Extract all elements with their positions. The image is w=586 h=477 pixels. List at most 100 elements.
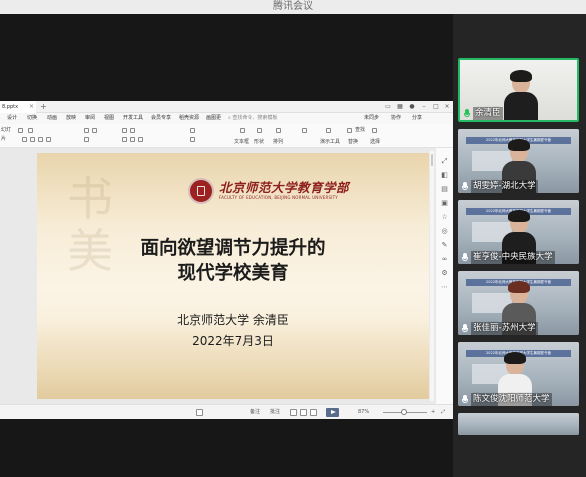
menu-docer[interactable]: 稻壳资源 <box>179 113 199 124</box>
numbering-icon[interactable] <box>130 128 135 133</box>
text-direction-icon[interactable] <box>190 128 195 133</box>
close-window-icon[interactable]: × <box>443 103 451 111</box>
document-tab-label: 8.pptx <box>2 104 19 110</box>
bullets-icon[interactable] <box>122 128 127 133</box>
select-label[interactable]: 选择 <box>370 139 380 146</box>
textbox-icon[interactable] <box>240 128 245 133</box>
command-search[interactable]: ⌕ 查找命令、搜索模板 <box>228 113 277 124</box>
zoom-in-icon[interactable]: + <box>431 405 435 420</box>
menu-review[interactable]: 审阅 <box>85 113 95 124</box>
menu-draw[interactable]: 画图更 <box>206 113 221 124</box>
align-center-icon[interactable] <box>130 137 135 142</box>
font-size-icon[interactable] <box>28 128 33 133</box>
avatar-icon[interactable]: ● <box>408 103 416 111</box>
sync-status[interactable]: 未同步 <box>364 113 379 124</box>
select-icon[interactable] <box>372 128 377 133</box>
comments-toggle[interactable]: 批注 <box>270 405 280 420</box>
font-name-icon[interactable] <box>18 128 23 133</box>
collaborate-button[interactable]: 协作 <box>391 113 401 124</box>
align-right-icon[interactable] <box>138 137 143 142</box>
menu-slideshow[interactable]: 放映 <box>66 113 76 124</box>
menu-transition[interactable]: 切换 <box>27 113 37 124</box>
notes-toggle[interactable]: 备注 <box>250 405 260 420</box>
menu-developer[interactable]: 开发工具 <box>123 113 143 124</box>
mic-icon <box>461 182 469 192</box>
textbox-label[interactable]: 文本框 <box>234 139 249 146</box>
grid-icon[interactable]: ▦ <box>396 103 404 111</box>
seal-emblem <box>197 186 205 196</box>
share-button[interactable]: 分享 <box>412 113 422 124</box>
presentation-tools-icon[interactable] <box>326 128 331 133</box>
properties-icon[interactable]: ◧ <box>441 172 448 179</box>
participant-name-bar: 张佳丽-苏州大学 <box>458 322 579 335</box>
animation-icon[interactable]: ☆ <box>441 214 448 221</box>
participant-tile[interactable] <box>458 413 579 435</box>
ribbon-toolbar: 幻灯 片 文本框 形状 排列 演示工具 查找 替换 选择 <box>0 124 453 148</box>
window-title: 腾讯会议 <box>273 1 313 12</box>
mic-on-icon <box>463 109 471 119</box>
normal-view-icon[interactable] <box>290 409 297 416</box>
link-icon[interactable]: ∞ <box>441 256 448 263</box>
smart-beautify-icon[interactable] <box>196 409 203 416</box>
more-icon[interactable]: ⋯ <box>441 284 448 291</box>
zoom-level[interactable]: 87% <box>358 405 369 420</box>
bold-icon[interactable] <box>22 137 27 142</box>
brush-icon[interactable]: ✎ <box>441 242 448 249</box>
text-align-icon[interactable] <box>190 137 195 142</box>
find-icon[interactable] <box>347 128 352 133</box>
expand-icon[interactable]: ⤢ <box>441 158 448 165</box>
side-task-pane: ⤢ ◧ ▤ ▣ ☆ ◎ ✎ ∞ ⚙ ⋯ <box>436 148 453 404</box>
outline-icon[interactable] <box>302 128 307 133</box>
menu-design[interactable]: 设计 <box>7 113 17 124</box>
font-grow-icon[interactable] <box>84 128 89 133</box>
sorter-view-icon[interactable] <box>300 409 307 416</box>
mic-icon <box>461 253 469 263</box>
layout-icon[interactable]: ▭ <box>384 103 392 111</box>
participant-tile[interactable]: 2022年北师大教育学部大学生暑期夏令营 崔亨俊-中央民族大学 <box>458 200 579 264</box>
globe-icon[interactable]: ◎ <box>441 228 448 235</box>
minimize-icon[interactable]: – <box>420 103 428 111</box>
scrollbar-thumb[interactable] <box>431 154 433 166</box>
participant-tile-speaker[interactable]: 余清臣 <box>458 58 579 122</box>
participant-name: 胡雯婷-湖北大学 <box>471 180 538 193</box>
reading-view-icon[interactable] <box>310 409 317 416</box>
slide-title-line-2: 现代学校美育 <box>177 263 289 284</box>
close-tab-icon[interactable]: × <box>29 101 34 113</box>
vertical-scrollbar[interactable] <box>430 151 434 401</box>
toolbar-slide-label[interactable]: 幻灯 <box>1 127 11 134</box>
current-slide[interactable]: 书美 北京师范大学教育学部 FACULTY OF EDUCATION, BEIJ… <box>37 153 429 399</box>
zoom-slider-knob[interactable] <box>401 409 407 415</box>
strikethrough-icon[interactable] <box>46 137 51 142</box>
video-background <box>458 413 579 435</box>
align-left-icon[interactable] <box>122 137 127 142</box>
settings-icon[interactable]: ⚙ <box>441 270 448 277</box>
font-shrink-icon[interactable] <box>92 128 97 133</box>
underline-icon[interactable] <box>38 137 43 142</box>
find-label[interactable]: 查找 <box>355 127 365 134</box>
font-color-icon[interactable] <box>84 137 89 142</box>
participant-tile[interactable]: 2022年北师大教育学部大学生暑期夏令营 陈文俊沈阳师范大学 <box>458 342 579 406</box>
presentation-tools-label[interactable]: 演示工具 <box>320 139 340 146</box>
participant-name: 余清臣 <box>473 107 503 120</box>
menu-member[interactable]: 会员专享 <box>151 113 171 124</box>
menu-animation[interactable]: 动画 <box>47 113 57 124</box>
university-seal-icon <box>188 178 214 204</box>
italic-icon[interactable] <box>30 137 35 142</box>
replace-label[interactable]: 替换 <box>348 139 358 146</box>
participant-tile[interactable]: 2022年北师大教育学部大学生暑期夏令营 胡雯婷-湖北大学 <box>458 129 579 193</box>
menu-view[interactable]: 视图 <box>104 113 114 124</box>
participant-tile[interactable]: 2022年北师大教育学部大学生暑期夏令营 张佳丽-苏州大学 <box>458 271 579 335</box>
arrange-label[interactable]: 排列 <box>273 139 283 146</box>
participant-name: 陈文俊沈阳师范大学 <box>471 393 552 406</box>
maximize-icon[interactable]: □ <box>432 103 440 111</box>
slide-canvas[interactable]: 书美 北京师范大学教育学部 FACULTY OF EDUCATION, BEIJ… <box>0 148 453 404</box>
layers-icon[interactable]: ▤ <box>441 186 448 193</box>
university-logo-text: 北京师范大学教育学部 <box>219 180 350 195</box>
fit-window-icon[interactable]: ⤢ <box>441 405 445 420</box>
picture-icon[interactable] <box>276 128 281 133</box>
shape-icon[interactable] <box>257 128 262 133</box>
shape-label[interactable]: 形状 <box>254 139 264 146</box>
new-tab-icon[interactable]: + <box>40 101 47 113</box>
slide-title-line-1: 面向欲望调节力提升的 <box>140 238 326 259</box>
image-icon[interactable]: ▣ <box>441 200 448 207</box>
